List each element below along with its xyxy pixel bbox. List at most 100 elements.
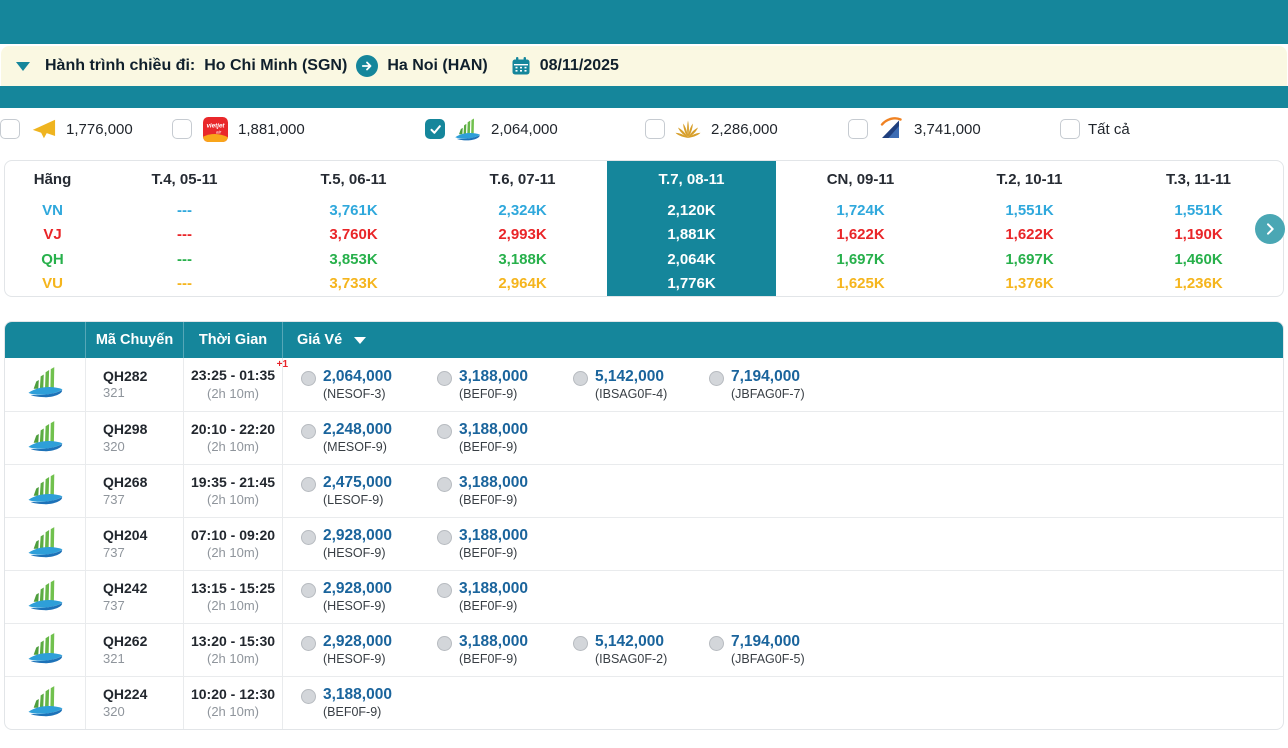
aircraft-type: 321	[103, 650, 125, 666]
fare-radio[interactable]	[709, 370, 724, 386]
fare-option[interactable]: 2,928,000 (HESOF-9)	[301, 632, 437, 668]
fare-option[interactable]: 7,194,000 (JBFAG0F-7)	[709, 367, 845, 403]
checkbox-unchecked[interactable]	[172, 119, 192, 139]
fare-option[interactable]: 2,248,000 (MESOF-9)	[301, 420, 437, 456]
chevron-right-icon	[1262, 221, 1278, 237]
header-time: Thời Gian	[183, 322, 282, 358]
fare-option[interactable]: 3,188,000 (BEF0F-9)	[301, 685, 437, 721]
matrix-col-header-selected[interactable]: T.7, 08-11	[607, 161, 776, 198]
fare-radio[interactable]	[301, 370, 316, 386]
matrix-price-cell: 2,993K	[498, 226, 547, 244]
checkbox-unchecked[interactable]	[0, 119, 20, 139]
matrix-col-header[interactable]: CN, 09-11	[776, 171, 945, 188]
flight-duration: (2h 10m)	[206, 491, 260, 507]
fare-price: 7,194,000	[731, 633, 800, 650]
fare-radio[interactable]	[301, 530, 316, 545]
matrix-col-header[interactable]: T.6, 07-11	[438, 171, 607, 188]
fare-radio[interactable]	[301, 424, 316, 439]
sort-caret-icon[interactable]	[354, 336, 367, 344]
filter-item-vj[interactable]: vietjet air 1,881,000	[172, 116, 425, 142]
fare-radio[interactable]	[437, 583, 452, 598]
checkbox-unchecked[interactable]	[1060, 119, 1080, 139]
matrix-col-header[interactable]: T.3, 11-11	[1114, 171, 1283, 188]
filter-all-label: Tất cả	[1088, 120, 1130, 138]
bamboo-logo-icon	[24, 525, 66, 564]
flight-duration: (2h 10m)	[206, 597, 260, 613]
fare-option[interactable]: 5,142,000 (IBSAG0F-4)	[573, 367, 709, 403]
fare-price: 5,142,000	[595, 633, 664, 650]
fare-price: 3,188,000	[459, 633, 528, 650]
filter-item-all[interactable]: Tất cả	[1060, 119, 1130, 139]
fare-radio[interactable]	[573, 370, 588, 386]
checkbox-checked[interactable]	[425, 119, 445, 139]
checkbox-unchecked[interactable]	[645, 119, 665, 139]
flight-duration: (2h 10m)	[206, 386, 260, 402]
fare-class: (BEF0F-9)	[459, 652, 518, 667]
fare-price: 2,928,000	[323, 633, 392, 650]
journey-date[interactable]: 08/11/2025	[540, 57, 619, 75]
matrix-price-cell-selected: 2,120K	[607, 198, 776, 223]
flight-row: QH268 737 19:35 - 21:45 (2h 10m) 2,475,0…	[5, 464, 1283, 517]
filter-item-vu[interactable]: 1,776,000	[0, 117, 172, 141]
fare-radio[interactable]	[437, 636, 452, 651]
flight-row: QH282 321 23:25 - 01:35 +1 (2h 10m) 2,064…	[5, 358, 1283, 411]
fare-radio[interactable]	[437, 424, 452, 439]
flights-table: Mã Chuyến Thời Gian Giá Vé QH282 321 23:…	[4, 321, 1284, 730]
fare-class: (LESOF-9)	[323, 493, 384, 508]
fare-option[interactable]: 2,928,000 (HESOF-9)	[301, 526, 437, 562]
fare-radio[interactable]	[301, 689, 316, 704]
fare-option[interactable]: 5,142,000 (IBSAG0F-2)	[573, 632, 709, 668]
fare-option[interactable]: 3,188,000 (BEF0F-9)	[437, 579, 573, 615]
fare-option[interactable]: 3,188,000 (BEF0F-9)	[437, 632, 573, 668]
bamboo-logo-icon	[453, 117, 483, 141]
filter-price: 2,064,000	[491, 120, 558, 138]
aircraft-type: 737	[103, 597, 125, 613]
bamboo-logo-icon	[24, 472, 66, 511]
matrix-price-cell-selected: 1,881K	[607, 222, 776, 247]
fare-radio[interactable]	[437, 370, 452, 386]
matrix-price-cell: 3,188K	[498, 250, 547, 268]
flight-time: 13:15 - 15:25	[190, 580, 276, 597]
vietravel-sail-icon	[876, 116, 906, 142]
fare-option[interactable]: 3,188,000 (BEF0F-9)	[437, 420, 573, 456]
fare-option[interactable]: 7,194,000 (JBFAG0F-5)	[709, 632, 845, 668]
filter-item-qh[interactable]: 2,064,000	[425, 117, 645, 141]
fare-option[interactable]: 2,064,000 (NESOF-3)	[301, 367, 437, 403]
fare-price: 2,928,000	[323, 527, 392, 544]
collapse-caret-icon[interactable]	[16, 61, 30, 71]
matrix-price-cell: ---	[177, 226, 192, 244]
fare-radio[interactable]	[709, 636, 724, 651]
fare-radio[interactable]	[437, 477, 452, 492]
filter-item-vietravel[interactable]: 3,741,000	[848, 116, 1060, 142]
fare-radio[interactable]	[301, 636, 316, 651]
fare-option[interactable]: 3,188,000 (BEF0F-9)	[437, 473, 573, 509]
matrix-col-header[interactable]: T.2, 10-11	[945, 171, 1114, 188]
airline-logo-cell	[5, 571, 85, 623]
airline-logo-cell	[5, 412, 85, 464]
fare-option[interactable]: 2,475,000 (LESOF-9)	[301, 473, 437, 509]
fare-option[interactable]: 2,928,000 (HESOF-9)	[301, 579, 437, 615]
flight-code: QH298	[103, 421, 148, 438]
aircraft-type: 737	[103, 491, 125, 507]
fare-radio[interactable]	[301, 477, 316, 492]
fare-option[interactable]: 3,188,000 (BEF0F-9)	[437, 367, 573, 403]
fare-option[interactable]: 3,188,000 (BEF0F-9)	[437, 526, 573, 562]
fare-class: (BEF0F-9)	[459, 440, 518, 455]
matrix-col-header[interactable]: T.4, 05-11	[100, 171, 269, 188]
filter-price: 2,286,000	[711, 120, 778, 138]
fare-radio[interactable]	[437, 530, 452, 545]
aircraft-type: 737	[103, 544, 125, 560]
flight-time: 19:35 - 21:45	[190, 474, 276, 491]
filter-item-vn[interactable]: 2,286,000	[645, 118, 848, 140]
matrix-col-header[interactable]: T.5, 06-11	[269, 171, 438, 188]
header-price[interactable]: Giá Vé	[282, 322, 1283, 358]
checkbox-unchecked[interactable]	[848, 119, 868, 139]
fare-radio[interactable]	[573, 636, 588, 651]
calendar-icon[interactable]	[511, 56, 531, 76]
next-days-button[interactable]	[1255, 214, 1285, 244]
flights-table-header: Mã Chuyến Thời Gian Giá Vé	[5, 322, 1283, 358]
fare-price: 3,188,000	[459, 527, 528, 544]
matrix-airline-label: QH	[41, 250, 64, 268]
flight-duration: (2h 10m)	[206, 544, 260, 560]
fare-radio[interactable]	[301, 583, 316, 598]
